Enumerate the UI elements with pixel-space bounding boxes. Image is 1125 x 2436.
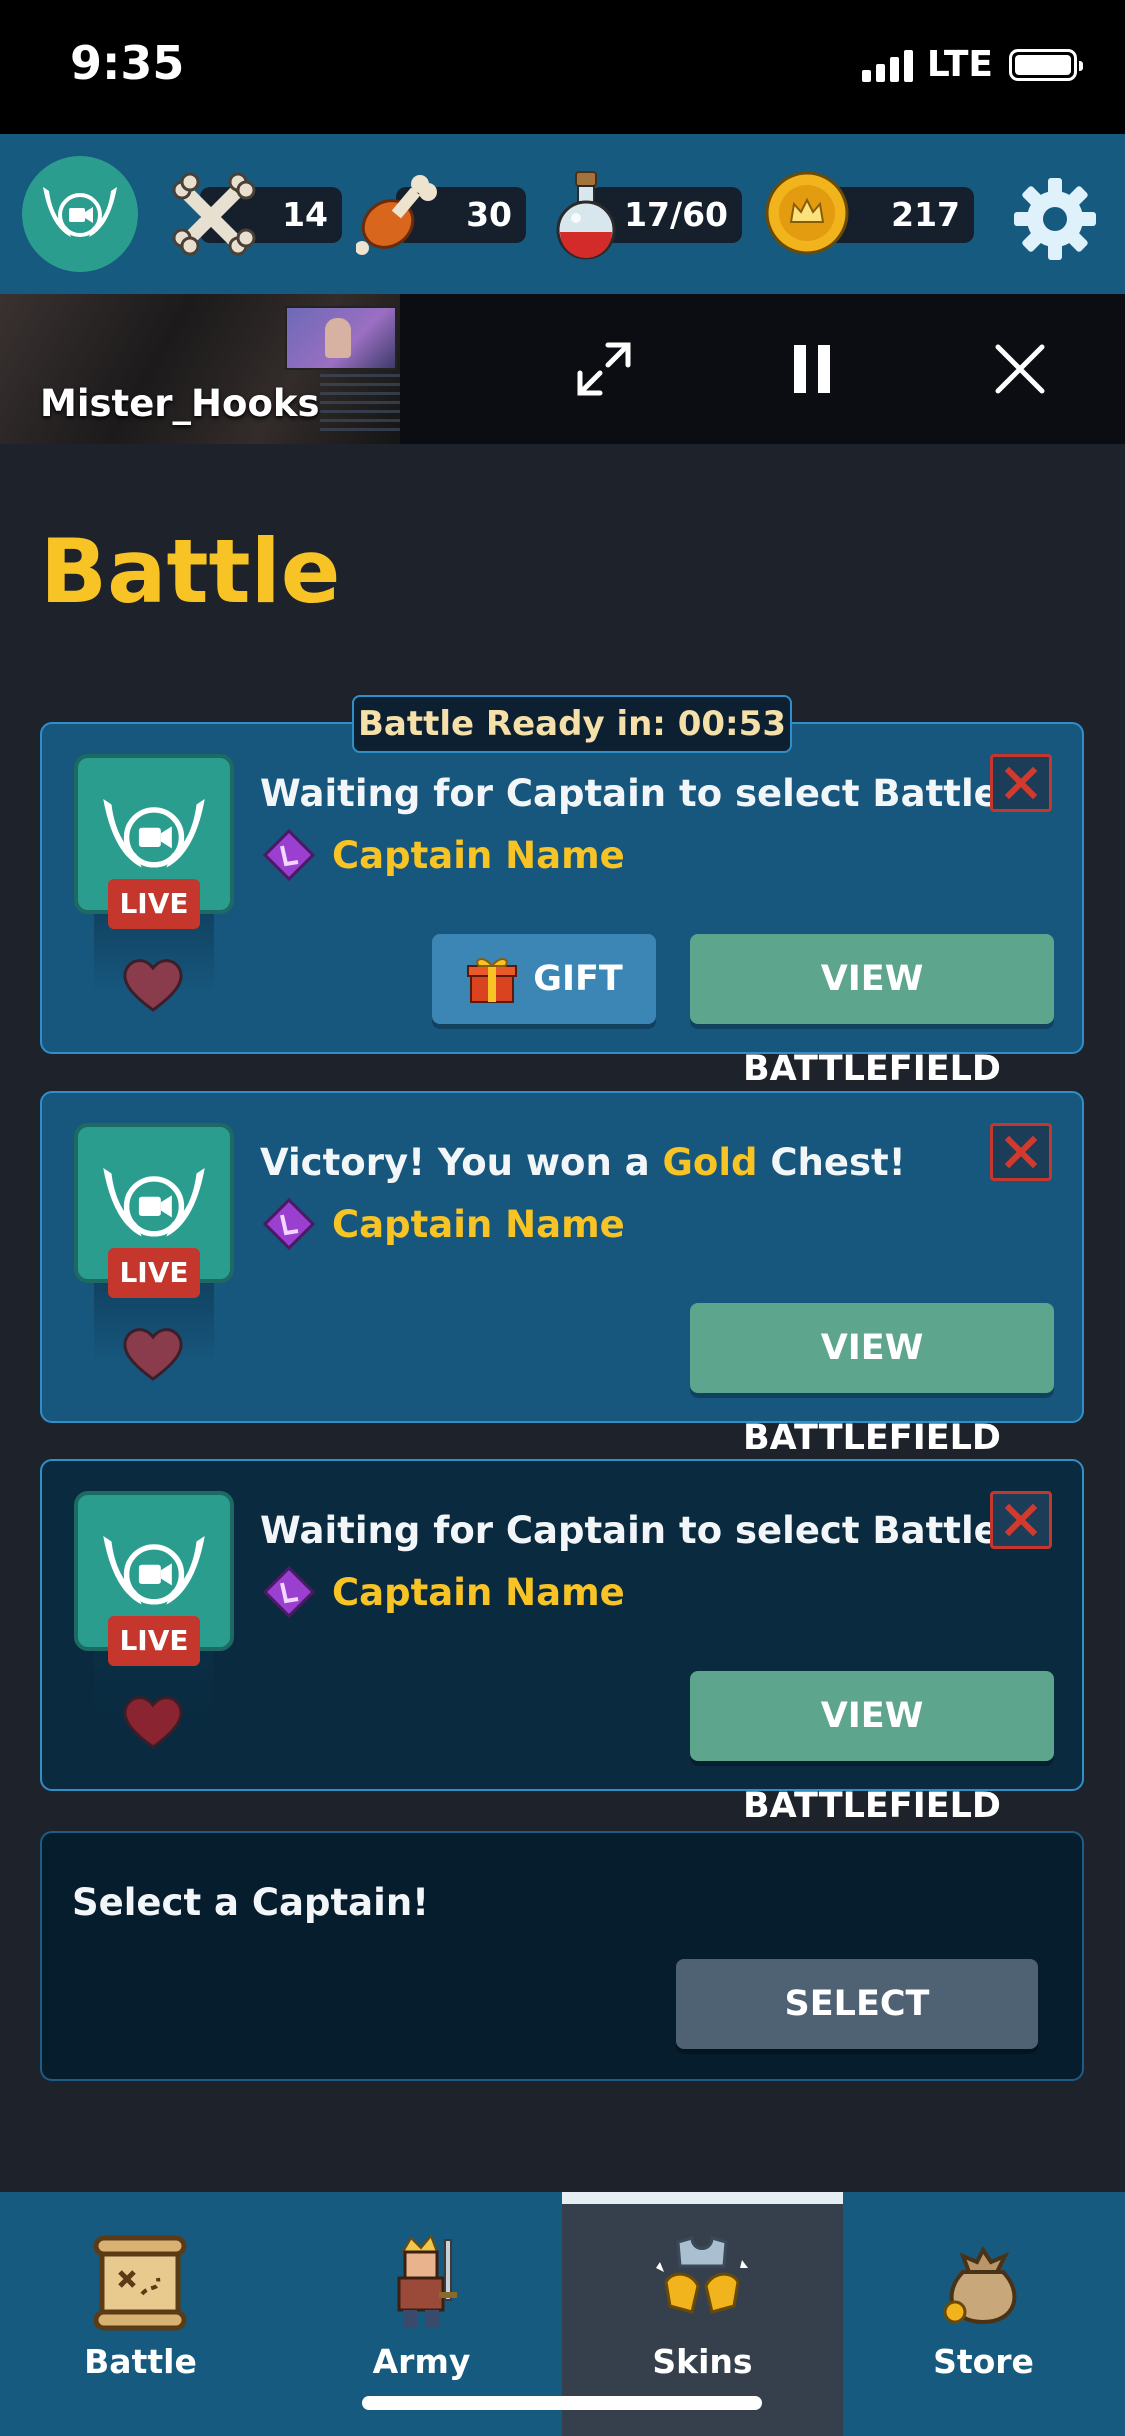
- close-icon: [1004, 1503, 1038, 1537]
- gold-coin-icon: [765, 171, 849, 255]
- select-captain-card: Select a Captain! SELECT: [40, 1831, 1084, 2081]
- status-indicators: LTE: [861, 44, 1083, 85]
- captain-gem-icon: [262, 1565, 316, 1619]
- dismiss-button[interactable]: [990, 1491, 1052, 1549]
- status-bar: 9:35 LTE: [0, 0, 1125, 134]
- stream-logo-button[interactable]: [22, 156, 138, 272]
- map-scroll-icon: [93, 2235, 187, 2331]
- captain-gem-icon: [262, 1197, 316, 1251]
- potion-icon: [556, 171, 616, 260]
- battle-status-text: Victory! You won a Gold Chest!: [260, 1141, 906, 1184]
- live-badge: LIVE: [108, 879, 200, 929]
- battle-status-text: Waiting for Captain to select Battle: [260, 772, 999, 815]
- expand-icon[interactable]: [574, 339, 634, 399]
- network-label: LTE: [926, 44, 993, 85]
- battle-ready-timer: Battle Ready in: 00:53: [352, 695, 792, 753]
- wings-camera-icon: [103, 1167, 205, 1237]
- heart-icon[interactable]: [120, 1323, 186, 1383]
- signal-icon: [861, 48, 913, 82]
- home-indicator: [362, 2396, 762, 2410]
- status-time: 9:35: [70, 36, 185, 90]
- chest-type: Gold: [662, 1141, 758, 1184]
- wings-camera-icon: [43, 187, 117, 237]
- tab-store[interactable]: Store: [843, 2192, 1124, 2436]
- wings-camera-icon: [103, 798, 205, 868]
- select-captain-title: Select a Captain!: [72, 1881, 430, 1924]
- settings-gear-icon[interactable]: [1010, 174, 1100, 264]
- pause-icon[interactable]: [782, 339, 842, 399]
- tab-battle[interactable]: Battle: [0, 2192, 281, 2436]
- captain-name: Captain Name: [332, 1202, 625, 1246]
- stream-player: Mister_Hooks: [0, 294, 1125, 444]
- close-icon: [1004, 1135, 1038, 1169]
- armor-icon: [656, 2236, 748, 2314]
- gift-button[interactable]: GIFT: [432, 934, 656, 1024]
- battery-icon: [1009, 48, 1083, 81]
- close-icon: [1004, 766, 1038, 800]
- captain-name: Captain Name: [332, 833, 625, 877]
- view-battlefield-button[interactable]: VIEW BATTLEFIELD: [690, 934, 1054, 1089]
- gift-icon: [467, 958, 518, 1003]
- drumstick-icon: [356, 175, 437, 255]
- captain-row: Captain Name: [260, 1563, 625, 1621]
- dismiss-button[interactable]: [990, 1123, 1052, 1181]
- captain-row: Captain Name: [260, 826, 625, 884]
- battle-card: LIVE Waiting for Captain to select Battl…: [40, 1459, 1084, 1826]
- battle-card: LIVE Waiting for Captain to select Battl…: [40, 722, 1084, 1089]
- captain-name: Captain Name: [332, 1570, 625, 1614]
- view-battlefield-button[interactable]: VIEW BATTLEFIELD: [690, 1303, 1054, 1458]
- select-button[interactable]: SELECT: [676, 1959, 1038, 2049]
- live-badge: LIVE: [108, 1616, 200, 1666]
- streamer-name: Mister_Hooks: [40, 382, 320, 425]
- resource-bar: 14 30 17/60 217: [0, 134, 1125, 294]
- heart-icon[interactable]: [120, 954, 186, 1014]
- dismiss-button[interactable]: [990, 754, 1052, 812]
- coin-bag-icon: [943, 2246, 1017, 2325]
- live-badge: LIVE: [108, 1248, 200, 1298]
- wings-camera-icon: [103, 1535, 205, 1605]
- warrior-icon: [397, 2234, 457, 2328]
- captain-row: Captain Name: [260, 1195, 625, 1253]
- captain-gem-icon: [262, 828, 316, 882]
- close-stream-icon[interactable]: [990, 339, 1050, 399]
- view-battlefield-button[interactable]: VIEW BATTLEFIELD: [690, 1671, 1054, 1826]
- page-title: Battle: [40, 520, 341, 623]
- bones-icon: [172, 172, 256, 256]
- heart-icon[interactable]: [120, 1691, 186, 1751]
- battle-card: LIVE Victory! You won a Gold Chest! Capt…: [40, 1091, 1084, 1458]
- battle-status-text: Waiting for Captain to select Battle: [260, 1509, 999, 1552]
